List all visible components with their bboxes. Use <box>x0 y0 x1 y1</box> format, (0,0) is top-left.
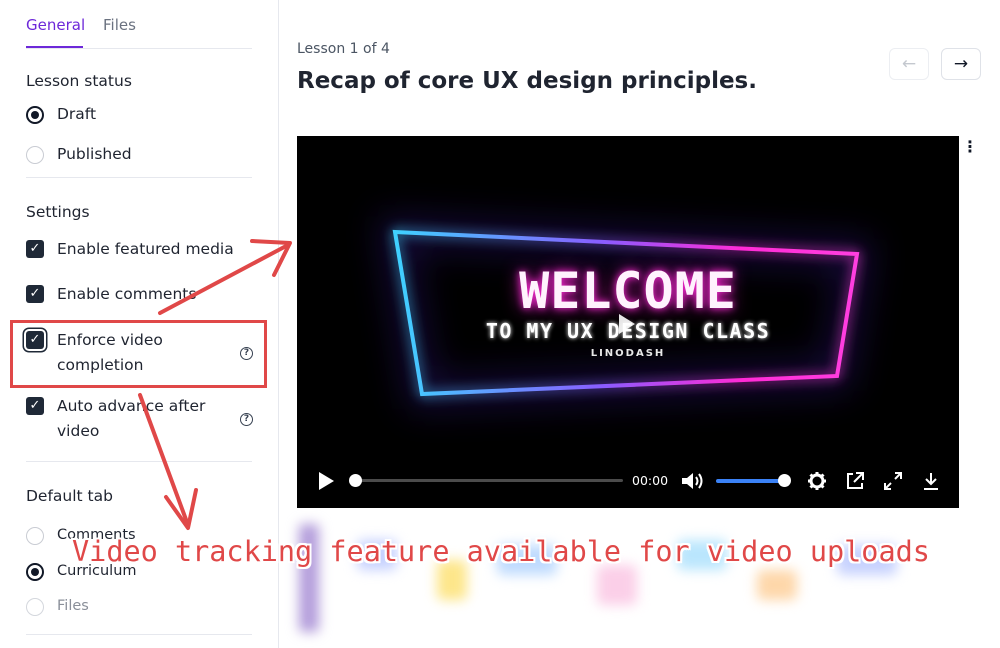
published-label: Published <box>57 145 132 163</box>
video-controls: 00:00 <box>297 466 959 496</box>
volume-icon[interactable] <box>681 471 705 491</box>
setting-comments[interactable]: ✓ Enable comments <box>26 282 254 308</box>
curriculum-radio[interactable] <box>26 563 44 581</box>
lesson-breadcrumb: Lesson 1 of 4 <box>297 41 390 57</box>
play-overlay-icon[interactable] <box>619 314 635 334</box>
setting-featured-media[interactable]: ✓ Enable featured media <box>26 237 254 263</box>
divider <box>26 177 252 178</box>
external-link-icon[interactable] <box>845 471 865 491</box>
current-time: 00:00 <box>632 473 669 488</box>
previous-lesson-button[interactable]: ← <box>889 48 929 80</box>
auto-advance-checkbox[interactable]: ✓ <box>26 397 44 415</box>
video-player[interactable]: WELCOME TO MY UX DESIGN CLASS LINODASH 0… <box>297 136 959 508</box>
more-options-icon[interactable]: ⋮ <box>962 139 978 156</box>
draft-radio[interactable] <box>26 106 44 124</box>
help-icon[interactable]: ? <box>240 413 253 426</box>
featured-media-label: Enable featured media <box>57 240 234 258</box>
play-icon[interactable] <box>317 471 335 491</box>
status-option-draft[interactable]: Draft <box>26 102 254 128</box>
arrow-left-icon: ← <box>901 54 917 74</box>
comments-radio[interactable] <box>26 527 44 545</box>
setting-auto-advance[interactable]: ✓ Auto advance after video ? <box>26 394 254 444</box>
draft-label: Draft <box>57 105 97 123</box>
divider <box>26 634 252 635</box>
video-brand: LINODASH <box>590 348 666 359</box>
auto-advance-label-line1: Auto advance after <box>57 397 206 415</box>
annotation-caption: Video tracking feature available for vid… <box>72 535 930 568</box>
settings-gear-icon[interactable] <box>807 471 827 491</box>
lesson-status-title: Lesson status <box>26 72 132 90</box>
settings-title: Settings <box>26 203 90 221</box>
tab-files[interactable]: Files <box>103 16 136 34</box>
tab-general[interactable]: General <box>26 16 85 34</box>
active-tab-indicator <box>26 46 83 48</box>
download-icon[interactable] <box>921 471 941 491</box>
default-tab-title: Default tab <box>26 487 113 505</box>
comments-label: Enable comments <box>57 285 197 303</box>
featured-media-checkbox[interactable]: ✓ <box>26 240 44 258</box>
fullscreen-icon[interactable] <box>883 471 903 491</box>
divider <box>26 461 252 462</box>
volume-handle[interactable] <box>778 474 791 487</box>
next-lesson-button[interactable]: → <box>941 48 981 80</box>
seek-handle[interactable] <box>349 474 362 487</box>
sidebar-tabs: General Files <box>26 0 252 49</box>
files-radio[interactable] <box>26 598 44 616</box>
volume-slider[interactable] <box>716 479 784 483</box>
comments-checkbox[interactable]: ✓ <box>26 285 44 303</box>
files-radio-label: Files <box>57 598 89 614</box>
published-radio[interactable] <box>26 146 44 164</box>
status-option-published[interactable]: Published <box>26 142 254 168</box>
default-tab-option-files[interactable]: Files <box>26 594 254 620</box>
highlight-box <box>10 320 267 388</box>
seek-bar[interactable] <box>355 479 623 482</box>
page-title: Recap of core UX design principles. <box>297 68 757 94</box>
auto-advance-label-line2: video <box>57 422 100 440</box>
arrow-right-icon: → <box>953 54 969 74</box>
video-headline: WELCOME <box>519 262 737 320</box>
